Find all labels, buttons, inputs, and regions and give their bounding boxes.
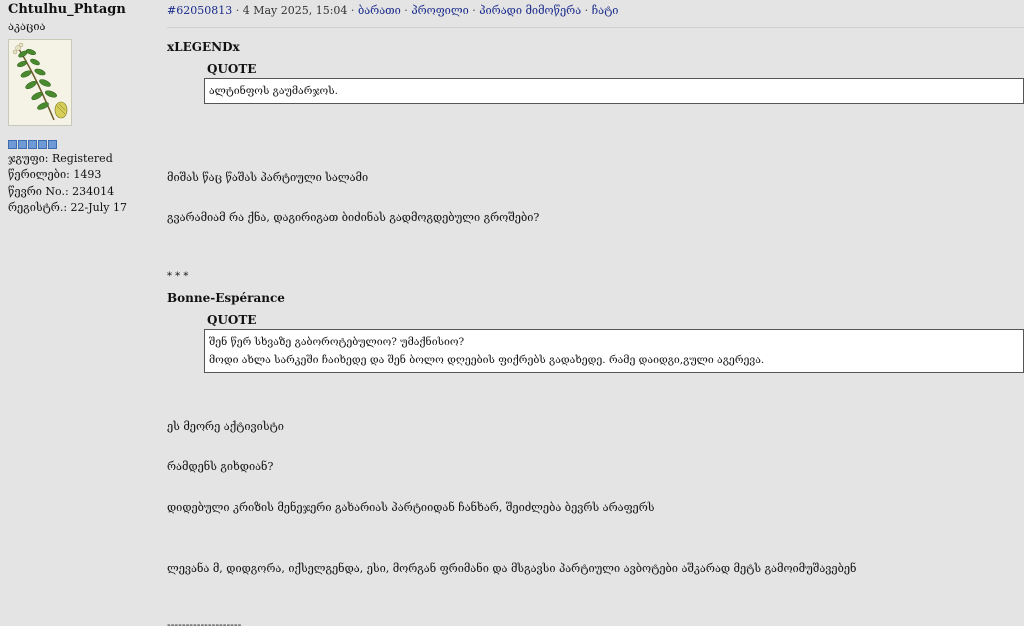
post-paragraph: ლევანა მ, დიდგორა, იქსელგენდა, ესი, მორგ…: [167, 562, 857, 575]
quote-box: ალტინფოს გაუმარჯოს.: [204, 78, 1024, 104]
quote-label: QUOTE: [207, 62, 257, 76]
post-header: #62050813 · 4 May 2025, 15:04 · ბარათი ·…: [167, 3, 1024, 28]
chat-link[interactable]: ჩატი: [592, 4, 619, 17]
quote-label: QUOTE: [207, 313, 257, 327]
post-paragraph: დიდებული კრიზის მენეჯერი გახარიას პარტიი…: [167, 501, 655, 514]
post-paragraph: მიშას წაც წაშას პარტიული სალამი: [167, 171, 369, 184]
avatar: [8, 38, 72, 126]
author-stats: ჯგუფი: Registered წერილები: 1493 წევრი N…: [8, 151, 158, 217]
author-group: ჯგუფი: Registered: [8, 151, 113, 165]
rank-pip: [48, 139, 57, 149]
author-title: აკაცია: [8, 20, 46, 33]
post-id-link[interactable]: #62050813: [167, 4, 232, 17]
post-paragraph: ეს მეორე აქტივისტი: [167, 420, 284, 433]
author-username[interactable]: Chtulhu_Phtagn: [8, 2, 158, 18]
author-panel: Chtulhu_Phtagn აკაცია ჯგუფი: Registered …: [8, 2, 158, 217]
author-registered: რეგისტრ.: 22-July 17: [8, 201, 127, 214]
quote-author: Bonne-Espérance: [167, 291, 285, 305]
rank-pip: [38, 139, 47, 149]
rank-pips: [8, 139, 158, 149]
rank-pip: [28, 139, 37, 149]
post-paragraph: რამდენს გიხდიან?: [167, 460, 274, 473]
card-link[interactable]: ბარათი: [358, 4, 401, 17]
quote-line: ალტინფოს გაუმარჯოს.: [209, 85, 338, 97]
quote-box: შენ წერ სხვაზე გაბოროტებულიო? უმაქნისიო?…: [204, 329, 1024, 373]
quote-line: მოდი ახლა სარკეში ჩაიხედე და შენ ბოლო დღ…: [209, 354, 765, 366]
quote-block: Bonne-Espérance QUOTE შენ წერ სხვაზე გაბ…: [167, 291, 1024, 373]
author-posts: წერილები: 1493: [8, 168, 102, 181]
forum-post-page: Chtulhu_Phtagn აკაცია ჯგუფი: Registered …: [0, 0, 1024, 626]
rank-pip: [18, 139, 27, 149]
rank-pip: [8, 139, 17, 149]
author-member-no: წევრი No.: 234014: [8, 184, 115, 198]
profile-link[interactable]: პროფილი: [411, 4, 468, 17]
quote-block: xLEGENDx QUOTE ალტინფოს გაუმარჯოს.: [167, 40, 1024, 104]
private-message-link[interactable]: პირადი მიმოწერა: [479, 4, 581, 17]
post-date: 4 May 2025, 15:04: [242, 4, 348, 17]
signature-rule: --------------------: [167, 618, 242, 626]
post-paragraph: გვარამიამ რა ქნა, დაგირიგათ ბიძინას გადმ…: [167, 211, 540, 224]
acacia-branch-icon: [12, 42, 68, 120]
divider-text: * * *: [167, 271, 189, 282]
quote-line: შენ წერ სხვაზე გაბოროტებულიო? უმაქნისიო?: [209, 336, 465, 348]
quote-author: xLEGENDx: [167, 40, 240, 54]
